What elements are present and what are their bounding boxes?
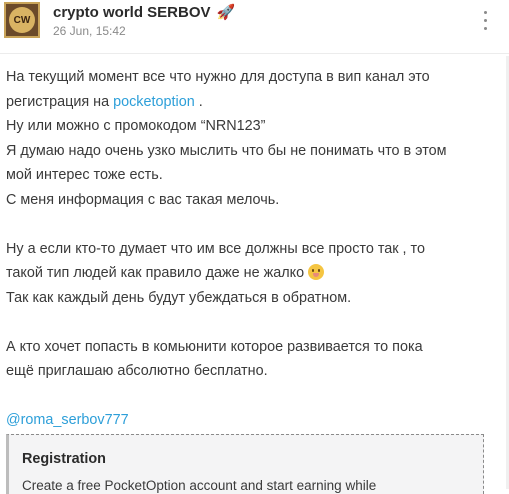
message-text: регистрация на [6, 93, 114, 110]
link-preview-description: Create a free PocketOption account and s… [22, 478, 377, 493]
post-header: CW crypto world SERBOV 🚀 26 Jun, 15:42 [0, 0, 509, 56]
message-line: @roma_serbov777 [6, 408, 496, 433]
pocketoption-link[interactable]: pocketoption [113, 94, 195, 110]
message-line: ещё приглашаю абсолютно бесплатно. [6, 363, 268, 379]
message-text: . [194, 93, 203, 110]
more-options-icon[interactable] [477, 8, 493, 32]
mention-link[interactable]: @roma_serbov777 [6, 412, 129, 428]
hand-over-mouth-emoji-icon [308, 264, 325, 280]
link-preview-card[interactable]: Registration Create a free PocketOption … [6, 434, 484, 494]
message-line: регистрация на pocketoption . [6, 90, 496, 115]
message-line: А кто хочет попасть в комьюнити которое … [6, 338, 423, 355]
channel-name-text: crypto world SERBOV [53, 3, 211, 21]
channel-name[interactable]: crypto world SERBOV 🚀 [53, 3, 236, 22]
message-text: такой тип людей как правило даже не жалк… [6, 265, 309, 281]
more-dot [483, 26, 487, 30]
message-body: На текущий момент все что нужно для дост… [6, 65, 496, 433]
post-date: 26 Jun, 15:42 [53, 24, 126, 38]
more-dot [483, 10, 487, 14]
message-line: такой тип людей как правило даже не жалк… [6, 261, 496, 286]
more-dot [483, 18, 487, 22]
avatar-logo: CW [9, 7, 35, 33]
message-line: Так как каждый день будут убеждаться в о… [6, 289, 352, 306]
message-line: На текущий момент все что нужно для дост… [6, 69, 430, 85]
link-preview-title: Registration [22, 451, 106, 467]
message-line: Я думаю надо очень узко мыслить что бы н… [6, 142, 447, 159]
message-line: С меня информация с вас такая мелочь. [6, 191, 280, 208]
channel-avatar[interactable]: CW [4, 2, 40, 38]
message-line: мой интерес тоже есть. [6, 167, 163, 183]
rocket-icon: 🚀 [216, 4, 236, 21]
message-line: Ну а если кто-то думает что им все должн… [6, 240, 425, 257]
message-line: Ну или можно с промокодом “NRN123” [6, 118, 266, 134]
header-divider [0, 53, 509, 54]
